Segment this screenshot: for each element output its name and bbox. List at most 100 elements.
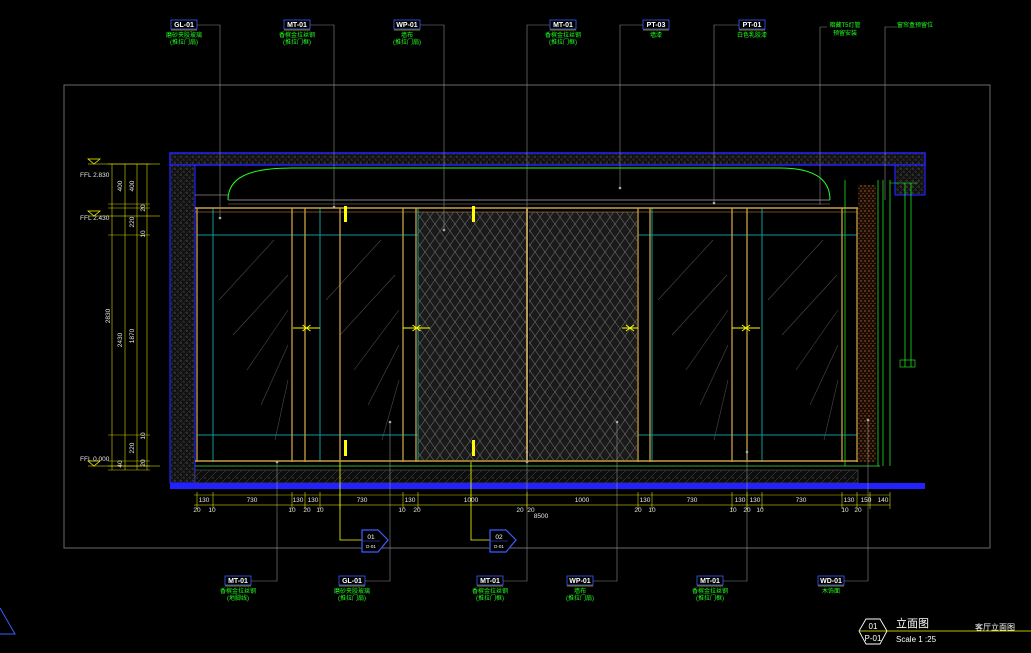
section-mark-sheet: D-01 — [366, 544, 376, 549]
callout-material: 香槟金拉丝钢 — [545, 31, 581, 39]
bottom-dim-label: 130 — [199, 497, 210, 504]
light-cove — [227, 167, 831, 201]
callout-code: MT-01 — [480, 578, 500, 585]
callout-location: (推拉门扇) — [566, 594, 594, 602]
bottom-callout-2[interactable]: MT-01 香槟金拉丝钢(推拉门框) — [472, 575, 508, 602]
leader-dot — [332, 205, 336, 209]
floor-slab — [170, 483, 925, 489]
north-arrow-icon — [0, 607, 16, 635]
top-callout-1[interactable]: MT-01 香槟金拉丝钢(推拉门框) — [279, 19, 315, 46]
bottom-callout-3[interactable]: WP-01 墙布(推拉门扇) — [566, 575, 594, 602]
bottom-subdim-label: 10 — [208, 507, 216, 514]
callout-code: GL-01 — [342, 578, 362, 585]
bottom-dim-label: 150 — [861, 497, 872, 504]
glass-reflection — [218, 239, 275, 301]
level-label: FFL 2.430 — [80, 215, 110, 222]
leader-line — [197, 24, 221, 218]
title-number: 01 — [869, 622, 878, 631]
bottom-subdim-label: 10 — [648, 507, 656, 514]
vertical-dim-label: 220 — [129, 216, 136, 227]
glass-reflection — [713, 379, 729, 441]
bottom-callout-4[interactable]: MT-01 香槟金拉丝钢(推拉门框) — [692, 575, 728, 602]
bottom-dim-label: 730 — [796, 497, 807, 504]
callout-material: 香槟金拉丝钢 — [220, 587, 256, 595]
door-stop-marker — [344, 206, 347, 222]
leader-dot — [745, 450, 749, 454]
bottom-subdim-label: 20 — [743, 507, 751, 514]
top-callout-4[interactable]: PT-03 墙漆 — [642, 19, 670, 39]
leader-line — [310, 24, 335, 207]
callout-location: (地脚线) — [227, 594, 249, 602]
bottom-dim-label: 130 — [735, 497, 746, 504]
callout-location: (推拉门扇) — [170, 38, 198, 46]
curtain-track — [899, 359, 916, 368]
vertical-dim-label: 2430 — [117, 332, 124, 347]
wallpaper-panel — [529, 212, 637, 460]
callout-material: 磨砂夹胶玻璃 — [334, 587, 370, 595]
glass-reflection — [685, 309, 729, 371]
leader-line — [365, 422, 391, 582]
glass-reflection — [381, 379, 400, 441]
leader-dot — [275, 460, 279, 464]
top-callout-0[interactable]: GL-01 磨砂夹胶玻璃(推拉门扇) — [166, 19, 202, 46]
callout-code: PT-01 — [743, 22, 762, 29]
glass-reflection — [671, 274, 728, 336]
callout-material: 香槟金拉丝钢 — [692, 587, 728, 595]
bottom-dim-label: 730 — [357, 497, 368, 504]
glass-reflection — [767, 239, 824, 301]
leader-line — [713, 24, 739, 203]
bottom-subdim-label: 10 — [288, 507, 296, 514]
floor-hatch — [194, 469, 859, 484]
door-panels — [195, 206, 858, 462]
glass-reflection — [274, 379, 289, 441]
bottom-dim-label: 130 — [405, 497, 416, 504]
leader-dot — [525, 450, 529, 454]
top-callout-3[interactable]: MT-01 香槟金拉丝钢(推拉门框) — [545, 19, 581, 46]
vertical-dim-label: 1870 — [129, 328, 136, 343]
note-text: 暗藏T5灯管 — [829, 21, 860, 29]
glass-reflection — [699, 344, 729, 406]
bottom-subdim-label: 10 — [756, 507, 764, 514]
glass-reflection — [246, 309, 289, 371]
section-mark-number: 01 — [367, 534, 375, 541]
top-callout-2[interactable]: WP-01 墙布(推拉门扇) — [393, 19, 421, 46]
bottom-callout-1[interactable]: GL-01 磨砂夹胶玻璃(推拉门扇) — [334, 575, 370, 602]
ceiling-slab — [169, 152, 926, 166]
level-marker-icon — [87, 158, 101, 165]
callout-location: (推拉门框) — [549, 38, 577, 46]
callout-location: (推拉门框) — [283, 38, 311, 46]
level-label: FFL 0.000 — [80, 456, 110, 463]
leader-dot — [615, 420, 619, 424]
callout-material: 墙布 — [401, 31, 413, 39]
bottom-dim-label: 730 — [247, 497, 258, 504]
right-soffit — [894, 164, 926, 196]
door-stop-marker — [344, 440, 347, 456]
callout-code: WP-01 — [569, 578, 591, 585]
bottom-callout-5[interactable]: WD-01 木饰面 — [817, 575, 845, 595]
callout-location: (推拉门扇) — [393, 38, 421, 46]
total-dim-label: 8500 — [534, 513, 549, 520]
elevation-drawing: GL-01磨砂夹胶玻璃(推拉门扇)MT-01香槟金拉丝钢(推拉门框)WP-01墙… — [0, 0, 1031, 653]
callout-code: WD-01 — [820, 578, 842, 585]
left-wall — [169, 164, 196, 484]
glass-reflection — [809, 344, 839, 406]
callout-code: PT-03 — [647, 22, 666, 29]
title-caption: 客厅立面图 — [975, 622, 1015, 632]
leader-dot — [866, 418, 870, 422]
callout-location: (推拉门框) — [476, 594, 504, 602]
top-callout-5[interactable]: PT-01 白色乳胶漆 — [737, 19, 767, 39]
note-text: 预留安装 — [833, 29, 857, 37]
bottom-callout-0[interactable]: MT-01 香槟金拉丝钢(地脚线) — [220, 575, 256, 602]
vertical-dim-label: 10 — [140, 432, 147, 440]
glass-reflection — [325, 239, 382, 301]
bottom-subdim-label: 10 — [398, 507, 406, 514]
section-mark-number: 02 — [495, 534, 503, 541]
bottom-dim-label: 140 — [878, 497, 889, 504]
callout-code: WP-01 — [396, 22, 418, 29]
leader-dot — [218, 216, 222, 220]
callout-location: (推拉门框) — [696, 594, 724, 602]
title-scale: Scale 1 :25 — [896, 635, 937, 644]
callout-code: GL-01 — [174, 22, 194, 29]
bottom-subdim-label: 20 — [516, 507, 524, 514]
callout-code: MT-01 — [553, 22, 573, 29]
